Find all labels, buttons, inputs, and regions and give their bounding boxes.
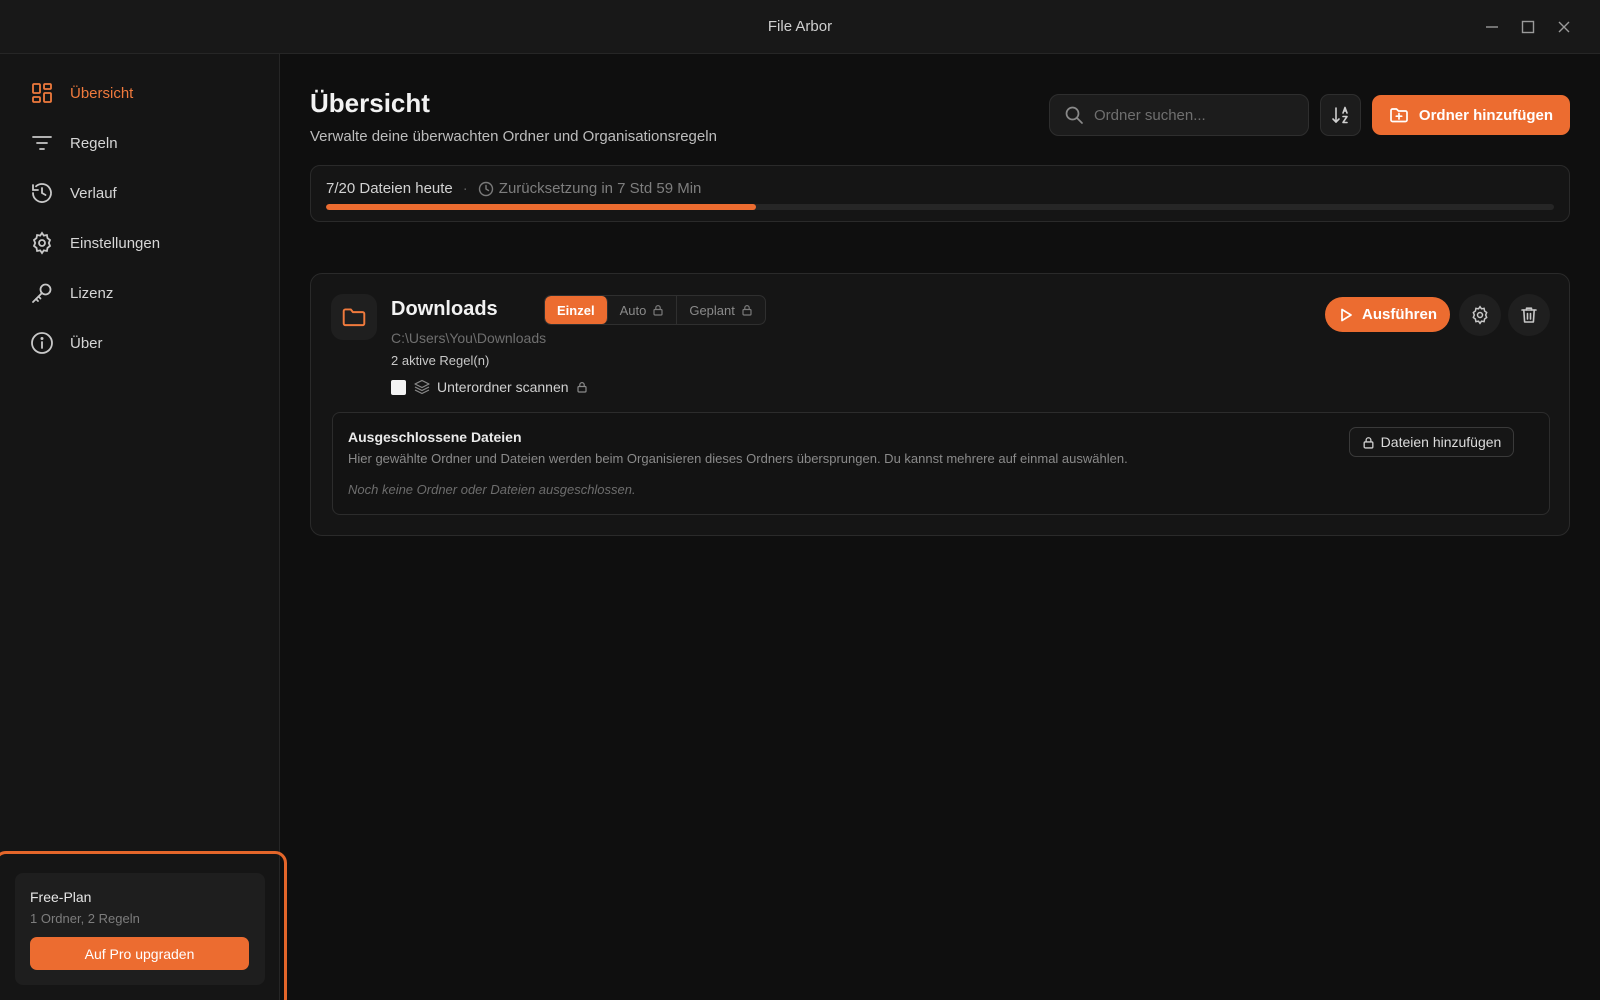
grid-icon (30, 81, 54, 105)
window-title: File Arbor (767, 18, 833, 35)
excluded-description: Hier gewählte Ordner und Dateien werden … (348, 451, 1128, 466)
title-bar: File Arbor (0, 0, 1600, 54)
sidebar-item-label: Über (70, 334, 103, 352)
sidebar: Übersicht Regeln Verlauf Einstellungen L… (0, 54, 287, 1000)
quota-progress-bar (326, 204, 1554, 210)
maximize-icon[interactable] (1518, 17, 1538, 37)
search-icon (1064, 105, 1084, 125)
scan-subfolders-option: Unterordner scannen (391, 379, 588, 395)
lock-icon (576, 381, 588, 393)
mode-scheduled[interactable]: Geplant (677, 296, 765, 324)
folder-settings-button[interactable] (1459, 294, 1501, 336)
run-button[interactable]: Ausführen (1325, 297, 1450, 332)
folder-card: Downloads C:\Users\You\Downloads 2 aktiv… (310, 273, 1570, 536)
add-files-button[interactable]: Dateien hinzufügen (1349, 427, 1514, 457)
info-icon (30, 331, 54, 355)
sidebar-item-label: Regeln (70, 134, 118, 152)
folder-name: Downloads (391, 298, 498, 320)
quota-reset: Zurücksetzung in 7 Std 59 Min (498, 180, 702, 197)
sidebar-item-settings[interactable]: Einstellungen (30, 228, 160, 258)
page-subtitle: Verwalte deine überwachten Ordner und Or… (310, 128, 717, 145)
lock-icon (1362, 436, 1375, 449)
gear-icon (30, 231, 54, 255)
sidebar-item-license[interactable]: Lizenz (30, 278, 113, 308)
sort-az-icon (1330, 104, 1352, 126)
plan-name: Free-Plan (30, 889, 92, 905)
excluded-title: Ausgeschlossene Dateien (348, 429, 522, 445)
mode-single[interactable]: Einzel (545, 296, 608, 324)
key-icon (30, 281, 54, 305)
upgrade-button[interactable]: Auf Pro upgraden (30, 937, 249, 970)
mode-selector: Einzel Auto Geplant (544, 295, 766, 325)
daily-quota: 7/20 Dateien heute · Zurücksetzung in 7 … (310, 165, 1570, 222)
plan-card: Free-Plan 1 Ordner, 2 Regeln Auf Pro upg… (15, 873, 265, 985)
scan-subfolders-checkbox[interactable] (391, 379, 406, 395)
active-rules-count: 2 aktive Regel(n) (391, 353, 490, 368)
sidebar-item-label: Übersicht (70, 84, 134, 102)
sidebar-item-rules[interactable]: Regeln (30, 128, 118, 158)
play-icon (1338, 307, 1354, 323)
close-icon[interactable] (1554, 17, 1574, 37)
mode-auto[interactable]: Auto (608, 296, 678, 324)
sidebar-item-history[interactable]: Verlauf (30, 178, 117, 208)
layers-icon (414, 379, 430, 395)
sidebar-item-overview[interactable]: Übersicht (30, 78, 133, 108)
quota-separator: · (462, 180, 468, 197)
excluded-empty-state: Noch keine Ordner oder Dateien ausgeschl… (348, 482, 636, 497)
filter-icon (30, 131, 54, 155)
add-folder-label: Ordner hinzufügen (1418, 106, 1554, 124)
excluded-files-panel: Ausgeschlossene Dateien Hier gewählte Or… (332, 412, 1550, 515)
minimize-icon[interactable] (1482, 17, 1502, 37)
folder-plus-icon (1389, 105, 1409, 125)
add-files-label: Dateien hinzufügen (1380, 434, 1502, 450)
sidebar-item-about[interactable]: Über (30, 328, 103, 358)
sort-button[interactable] (1320, 94, 1361, 136)
quota-progress-fill (326, 204, 756, 210)
sidebar-item-label: Lizenz (70, 284, 114, 302)
clock-icon (478, 181, 494, 197)
gear-icon (1470, 305, 1490, 325)
lock-icon (741, 304, 753, 316)
add-folder-button[interactable]: Ordner hinzufügen (1372, 95, 1570, 135)
trash-icon (1519, 305, 1539, 325)
history-icon (30, 181, 54, 205)
run-label: Ausführen (1362, 306, 1437, 323)
plan-limits: 1 Ordner, 2 Regeln (30, 911, 140, 926)
page-title: Übersicht (310, 88, 430, 118)
scan-subfolders-label: Unterordner scannen (437, 379, 569, 395)
search-input[interactable] (1094, 106, 1294, 124)
folder-icon (331, 294, 377, 340)
sidebar-item-label: Einstellungen (70, 234, 161, 252)
sidebar-item-label: Verlauf (70, 184, 117, 202)
lock-icon (652, 304, 664, 316)
quota-count: 7/20 Dateien heute (326, 180, 453, 197)
folder-path: C:\Users\You\Downloads (391, 330, 547, 346)
search-box[interactable] (1049, 94, 1309, 136)
delete-folder-button[interactable] (1508, 294, 1550, 336)
